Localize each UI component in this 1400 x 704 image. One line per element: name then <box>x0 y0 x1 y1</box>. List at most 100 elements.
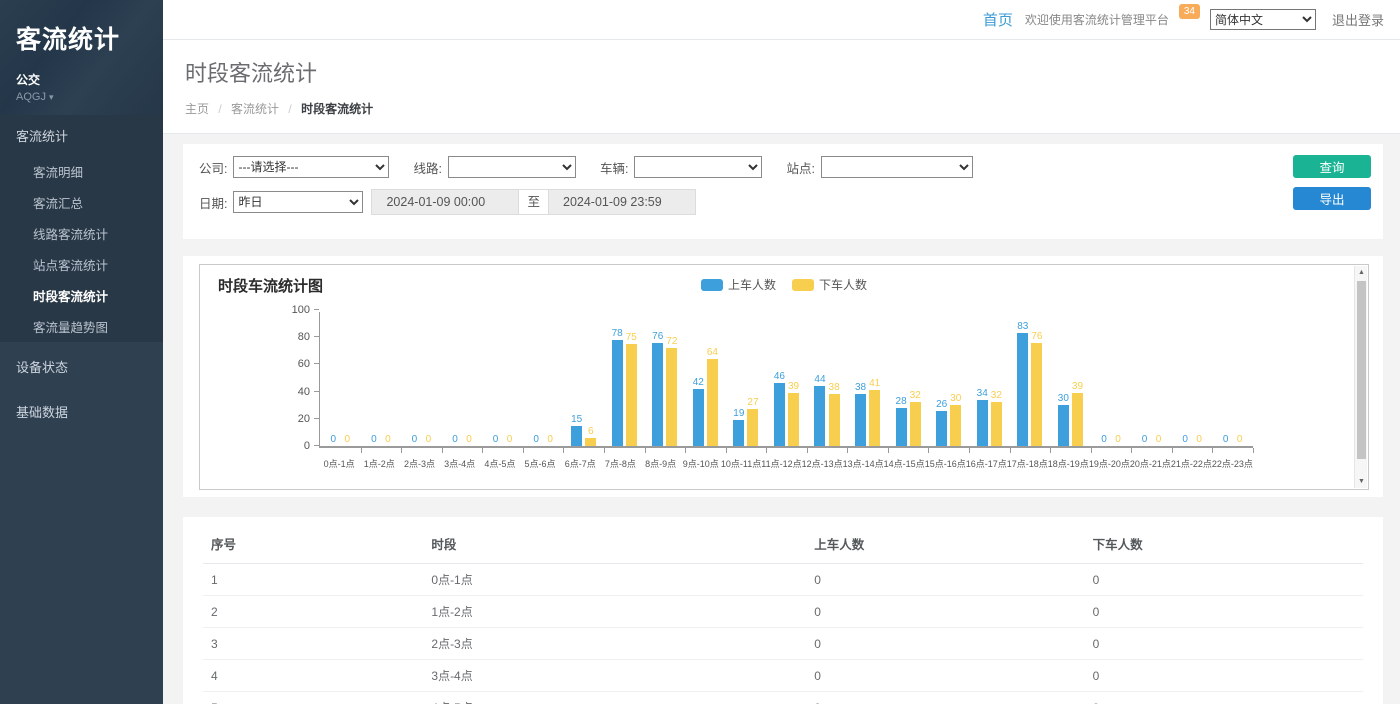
x-axis-tick-label: 2点-3点 <box>399 457 439 470</box>
bar-value-label: 0 <box>371 434 377 445</box>
legend-label: 上车人数 <box>728 276 776 293</box>
table-row: 21点-2点00 <box>203 596 1363 628</box>
station-select[interactable] <box>821 156 973 178</box>
export-button[interactable]: 导出 <box>1293 187 1371 210</box>
scrollbar-thumb[interactable] <box>1357 281 1366 459</box>
table-row: 10点-1点00 <box>203 564 1363 596</box>
sidebar-group-header[interactable]: 设备状态 <box>0 346 163 387</box>
sidebar-nav: 客流统计客流明细客流汇总线路客流统计站点客流统计时段客流统计客流量趋势图设备状态… <box>0 115 163 432</box>
sidebar-item[interactable]: 客流汇总 <box>0 187 163 218</box>
bar <box>910 402 921 446</box>
table-cell: 0 <box>806 692 1084 704</box>
x-axis-tick-label: 17点-18点 <box>1007 457 1048 470</box>
bar-wrap: 0 <box>1112 312 1123 446</box>
bar-wrap: 0 <box>1098 312 1109 446</box>
x-axis-tick-label: 15点-16点 <box>925 457 966 470</box>
scroll-up-icon[interactable]: ▲ <box>1355 266 1368 279</box>
sidebar-group-header[interactable]: 基础数据 <box>0 391 163 432</box>
bar-value-label: 0 <box>331 434 337 445</box>
legend-swatch <box>792 279 814 291</box>
x-axis-tick-label: 0点-1点 <box>319 457 359 470</box>
bar-value-label: 0 <box>385 434 391 445</box>
query-button[interactable]: 查询 <box>1293 155 1371 178</box>
line-select[interactable] <box>448 156 576 178</box>
bar-wrap: 30 <box>950 312 961 446</box>
bar-value-label: 0 <box>1237 434 1243 445</box>
bar-value-label: 76 <box>1031 331 1042 342</box>
bar-value-label: 38 <box>829 382 840 393</box>
table-cell: 0点-1点 <box>423 564 806 596</box>
breadcrumb-current: 时段客流统计 <box>301 102 373 116</box>
bar <box>626 344 637 446</box>
bar-value-label: 0 <box>1156 434 1162 445</box>
table-cell: 1点-2点 <box>423 596 806 628</box>
bar-wrap: 0 <box>449 312 460 446</box>
table-cell: 0 <box>1085 596 1363 628</box>
bar-value-label: 15 <box>571 414 582 425</box>
bar-wrap: 0 <box>342 312 353 446</box>
scroll-down-icon[interactable]: ▼ <box>1355 475 1368 488</box>
legend-item[interactable]: 下车人数 <box>792 276 867 293</box>
breadcrumb-section[interactable]: 客流统计 <box>231 102 279 116</box>
company-select[interactable]: ---请选择--- <box>233 156 389 178</box>
table-row: 54点-5点00 <box>203 692 1363 704</box>
date-from-input[interactable]: 2024-01-09 00:00 <box>371 189 519 215</box>
bar-value-label: 34 <box>977 388 988 399</box>
bar-value-label: 30 <box>1058 393 1069 404</box>
bar-value-label: 0 <box>533 434 539 445</box>
bar-wrap: 34 <box>977 312 988 446</box>
bar-group: 00 <box>523 312 564 446</box>
date-preset-select[interactable]: 昨日 <box>233 191 363 213</box>
legend-item[interactable]: 上车人数 <box>701 276 776 293</box>
home-link[interactable]: 首页 <box>983 9 1013 30</box>
bar-wrap: 75 <box>626 312 637 446</box>
chart-plot-area: 0000000000001567875767242641927463944383… <box>319 312 1253 448</box>
bar-value-label: 32 <box>910 390 921 401</box>
bar-wrap: 0 <box>423 312 434 446</box>
sidebar-group: 设备状态 <box>0 346 163 387</box>
sidebar-item[interactable]: 客流量趋势图 <box>0 311 163 342</box>
bar-value-label: 0 <box>466 434 472 445</box>
bar <box>1072 393 1083 446</box>
sidebar-group-header[interactable]: 客流统计 <box>0 115 163 156</box>
caret-down-icon: ▾ <box>49 92 54 102</box>
chart-scrollbar[interactable]: ▲ ▼ <box>1354 266 1367 488</box>
breadcrumb-home[interactable]: 主页 <box>185 102 209 116</box>
bar-wrap: 19 <box>733 312 744 446</box>
y-axis-tick-label: 60 <box>298 358 310 370</box>
date-to-input[interactable]: 2024-01-09 23:59 <box>548 189 696 215</box>
sidebar-item[interactable]: 客流明细 <box>0 156 163 187</box>
sidebar-item[interactable]: 时段客流统计 <box>0 280 163 311</box>
logout-link[interactable]: 退出登录 <box>1332 10 1384 29</box>
bar-group: 7875 <box>604 312 645 446</box>
bar-value-label: 0 <box>493 434 499 445</box>
bar-group: 8376 <box>1010 312 1051 446</box>
bar-wrap: 15 <box>571 312 582 446</box>
sidebar-group: 基础数据 <box>0 391 163 432</box>
sidebar-item[interactable]: 线路客流统计 <box>0 218 163 249</box>
bar <box>747 409 758 446</box>
company-label: 公司: <box>199 158 227 177</box>
user-dropdown[interactable]: AQGJ ▾ <box>16 91 147 103</box>
bar <box>855 394 866 446</box>
user-name: AQGJ <box>16 91 46 103</box>
vehicle-select[interactable] <box>634 156 762 178</box>
page-title: 时段客流统计 <box>185 56 1378 88</box>
table-cell: 0 <box>1085 692 1363 704</box>
language-select[interactable]: 简体中文 <box>1210 9 1316 30</box>
page-heading: 时段客流统计 主页 / 客流统计 / 时段客流统计 <box>163 40 1400 134</box>
filter-row-date: 日期: 昨日 2024-01-09 00:00 至 2024-01-09 23:… <box>199 189 1369 215</box>
breadcrumb-separator: / <box>288 102 291 116</box>
bar-group: 00 <box>1172 312 1213 446</box>
bar-wrap: 78 <box>612 312 623 446</box>
bar-value-label: 19 <box>733 408 744 419</box>
sidebar-item[interactable]: 站点客流统计 <box>0 249 163 280</box>
legend-label: 下车人数 <box>819 276 867 293</box>
bar-wrap: 72 <box>666 312 677 446</box>
bar-value-label: 6 <box>588 426 594 437</box>
x-axis-tick-label: 18点-19点 <box>1048 457 1089 470</box>
bar-value-label: 32 <box>991 390 1002 401</box>
filter-panel: 公司: ---请选择--- 线路: 车辆: 站点: <box>183 144 1383 239</box>
table-cell: 0 <box>1085 660 1363 692</box>
table-column-header: 下车人数 <box>1085 523 1363 564</box>
